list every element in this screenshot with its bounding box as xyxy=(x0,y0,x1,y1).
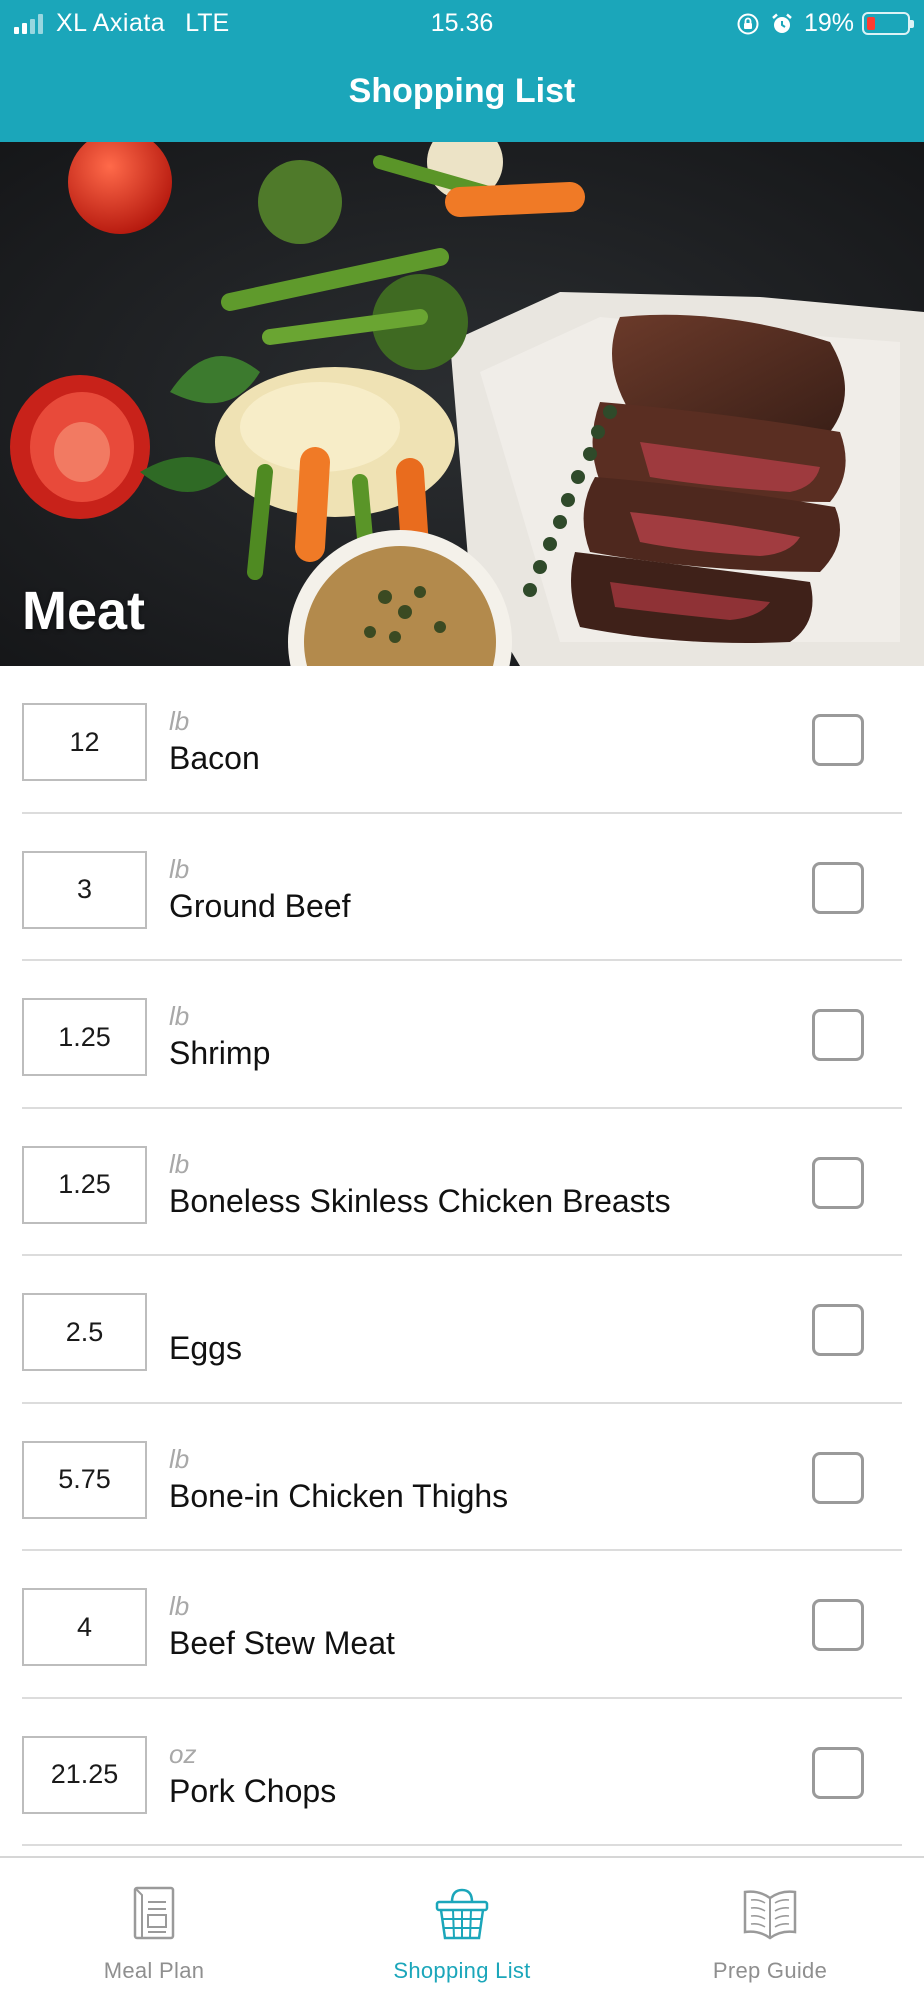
unit-label: lb xyxy=(169,1591,190,1621)
list-item: 1.25 lb Boneless Skinless Chicken Breasts xyxy=(0,1109,924,1256)
list-item: 3 lb Ground Beef xyxy=(0,814,924,961)
item-checkbox[interactable] xyxy=(812,1746,864,1799)
meal-plan-icon xyxy=(132,1886,176,1945)
divider xyxy=(22,1844,902,1846)
list-item: 5.75 lb Bone-in Chicken Thighs xyxy=(0,1404,924,1551)
unit-label: lb xyxy=(169,706,190,736)
item-name: Eggs xyxy=(169,1330,242,1366)
quantity-field[interactable]: 5.75 xyxy=(22,1440,147,1519)
page-title: Shopping List xyxy=(348,72,576,110)
item-name: Bone-in Chicken Thighs xyxy=(169,1477,509,1514)
list-item: 21.25 oz Pork Chops xyxy=(0,1699,924,1846)
unit-label: lb xyxy=(169,1001,190,1031)
item-name: Bacon xyxy=(169,740,260,776)
tab-bar: Meal Plan Shopping List Prep Guide xyxy=(0,1856,924,2000)
app-screen: XL Axiata LTE 15.36 19% Shopping List Me… xyxy=(0,0,924,2000)
quantity-field[interactable]: 1.25 xyxy=(22,1145,147,1224)
item-name: Shrimp xyxy=(169,1035,271,1071)
tab-meal-plan[interactable]: Meal Plan xyxy=(0,1858,308,2000)
quantity-field[interactable]: 1.25 xyxy=(22,998,147,1076)
item-checkbox[interactable] xyxy=(812,714,864,766)
book-icon xyxy=(741,1886,799,1945)
item-name: Ground Beef xyxy=(169,887,351,924)
quantity-field[interactable]: 12 xyxy=(22,703,147,781)
status-right: 19% xyxy=(736,9,914,38)
category-banner: Meat xyxy=(0,142,924,666)
unit-label: lb xyxy=(169,853,190,884)
list-item: 4 lb Beef Stew Meat xyxy=(0,1551,924,1699)
orientation-lock-icon xyxy=(737,13,759,34)
battery-percent: 19% xyxy=(803,9,854,37)
tab-label: Prep Guide xyxy=(712,1958,828,1983)
item-name: Boneless Skinless Chicken Breasts xyxy=(169,1182,671,1219)
quantity-field[interactable]: 3 xyxy=(22,850,147,929)
alarm-icon xyxy=(772,13,792,33)
item-name: Pork Chops xyxy=(169,1772,337,1809)
unit-label: lb xyxy=(169,1443,190,1474)
shopping-item-list: 12 lb Bacon 3 lb Ground Beef 1.25 lb Shrimp 1.25 l… xyxy=(0,666,924,1846)
quantity-field[interactable]: 4 xyxy=(22,1588,147,1666)
quantity-field[interactable]: 21.25 xyxy=(22,1735,147,1814)
tab-prep-guide[interactable]: Prep Guide xyxy=(616,1858,924,2000)
item-checkbox[interactable] xyxy=(812,1009,864,1061)
tab-shopping-list[interactable]: Shopping List xyxy=(308,1858,616,2000)
tab-label: Meal Plan xyxy=(103,1958,205,1983)
item-name: Beef Stew Meat xyxy=(169,1625,395,1661)
tab-label: Shopping List xyxy=(393,1958,531,1983)
list-item: 12 lb Bacon xyxy=(0,666,924,814)
item-checkbox[interactable] xyxy=(812,1451,864,1504)
item-checkbox[interactable] xyxy=(812,861,864,914)
item-checkbox[interactable] xyxy=(812,1599,864,1651)
list-item: 2.5 Eggs xyxy=(0,1256,924,1404)
unit-label: oz xyxy=(169,1738,197,1769)
status-bar: XL Axiata LTE 15.36 19% xyxy=(0,0,924,46)
shopping-basket-icon xyxy=(434,1886,490,1947)
top-bar: XL Axiata LTE 15.36 19% Shopping List xyxy=(0,0,924,142)
unit-label: lb xyxy=(169,1148,190,1179)
category-title: Meat xyxy=(22,581,146,641)
item-checkbox[interactable] xyxy=(812,1156,864,1209)
list-item: 1.25 lb Shrimp xyxy=(0,961,924,1109)
battery-icon xyxy=(862,12,914,35)
quantity-field[interactable]: 2.5 xyxy=(22,1293,147,1371)
item-checkbox[interactable] xyxy=(812,1304,864,1356)
